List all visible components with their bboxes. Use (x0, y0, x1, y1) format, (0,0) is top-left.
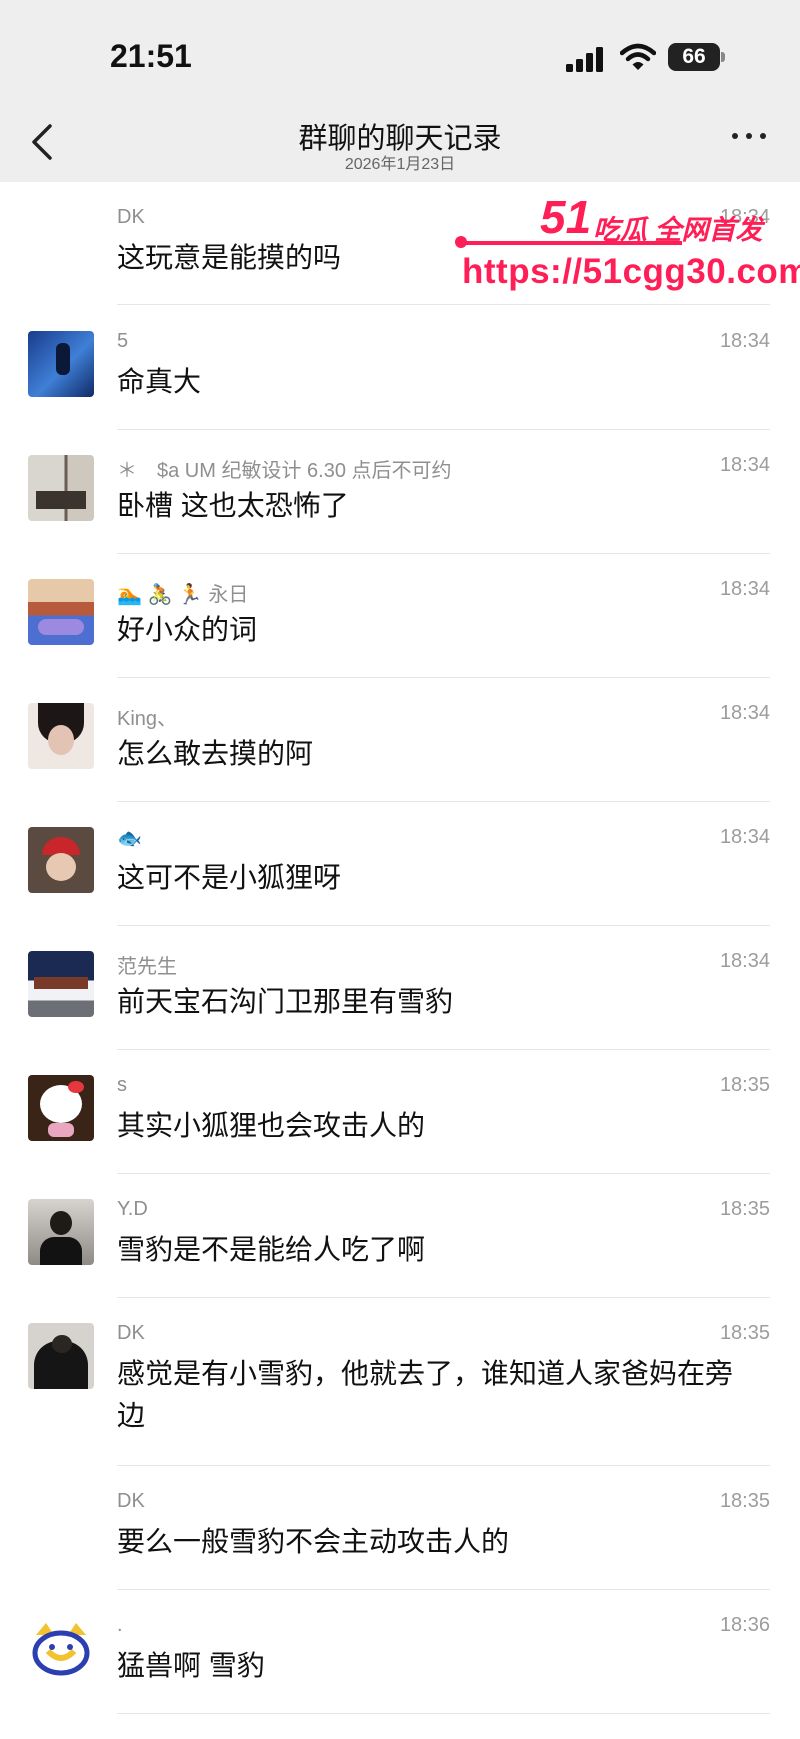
cellular-signal-icon (566, 46, 606, 72)
sender-name: Y.D (117, 1198, 148, 1220)
message-time: 18:34 (719, 702, 770, 724)
message-time: 18:36 (719, 1614, 770, 1636)
message-text: 好小众的词 (117, 614, 258, 645)
avatar-kitty-bow (68, 1081, 84, 1093)
avatar[interactable] (28, 703, 94, 769)
message-time: 18:35 (719, 1322, 770, 1344)
message-time: 18:35 (719, 1198, 770, 1220)
avatar[interactable] (28, 1075, 94, 1141)
message-time: 18:34 (719, 330, 770, 352)
avatar[interactable] (28, 1323, 94, 1389)
battery-nub (721, 52, 725, 62)
sender-name: 🏊 🚴 🏃 永日 (117, 584, 249, 606)
avatar[interactable] (28, 455, 94, 521)
sender-name: 范先生 (117, 956, 177, 978)
avatar-face (46, 853, 76, 881)
message-time: 18:34 (719, 454, 770, 476)
watermark-brand-text: 吃瓜 全网首发 (593, 215, 763, 245)
avatar[interactable] (28, 951, 94, 1017)
avatar-cat-icon (32, 1623, 90, 1676)
message-item[interactable]: DK 18:35 感觉是有小雪豹，他就去了，谁知道人家爸妈在旁边 (0, 1298, 800, 1466)
avatar[interactable] (28, 1199, 94, 1265)
message-text: 其实小狐狸也会攻击人的 (117, 1110, 426, 1141)
sender-name: . (117, 1614, 123, 1636)
avatar-furniture (36, 491, 86, 509)
sender-name: 5 (117, 330, 129, 352)
message-item[interactable]: 5 18:34 命真大 (0, 306, 800, 430)
message-item[interactable]: DK 18:35 要么一般雪豹不会主动攻击人的 (0, 1466, 800, 1590)
sender-name: ＊ $a UM 纪敏设计 6.30 点后不可约 (117, 460, 452, 482)
avatar-head (50, 1211, 72, 1235)
message-text: 怎么敢去摸的阿 (117, 738, 314, 769)
message-item[interactable]: Y.D 18:35 雪豹是不是能给人吃了啊 (0, 1174, 800, 1298)
message-time: 18:34 (719, 950, 770, 972)
message-time: 18:35 (719, 1074, 770, 1096)
avatar-face (48, 725, 74, 755)
sender-name: DK (117, 1490, 145, 1512)
watermark-brand-number: 51 (540, 191, 592, 243)
message-text: 前天宝石沟门卫那里有雪豹 (117, 986, 454, 1017)
message-item[interactable]: s 18:35 其实小狐狸也会攻击人的 (0, 1050, 800, 1174)
message-time: 18:34 (719, 826, 770, 848)
sender-name: 🐟 (117, 828, 142, 850)
message-item[interactable]: . 18:36 猛兽啊 雪豹 (0, 1590, 800, 1714)
message-text: 猛兽啊 雪豹 (117, 1650, 265, 1681)
message-item[interactable]: 范先生 18:34 前天宝石沟门卫那里有雪豹 (0, 926, 800, 1050)
message-text: 命真大 (117, 366, 202, 397)
avatar[interactable] (28, 827, 94, 893)
avatar-figure (56, 343, 70, 375)
divider (117, 1713, 770, 1714)
message-time: 18:35 (719, 1490, 770, 1512)
avatar-building (34, 977, 88, 989)
divider (117, 304, 770, 305)
wifi-icon (620, 43, 656, 70)
sender-name: DK (117, 206, 145, 228)
avatar-detail (38, 619, 84, 635)
sender-name: DK (117, 1322, 145, 1344)
message-text: 这可不是小狐狸呀 (117, 862, 342, 893)
avatar-kitty-body (48, 1123, 74, 1137)
header: 21:51 66 群聊的聊天记录 2026年1月23日 (0, 0, 800, 182)
message-item[interactable]: 🏊 🚴 🏃 永日 18:34 好小众的词 (0, 554, 800, 678)
sender-name: King、 (117, 708, 178, 730)
message-text: 雪豹是不是能给人吃了啊 (117, 1234, 426, 1265)
page-subtitle-date: 2026年1月23日 (344, 156, 456, 173)
avatar[interactable] (28, 579, 94, 645)
status-time: 21:51 (110, 38, 192, 74)
message-item[interactable]: 🐟 18:34 这可不是小狐狸呀 (0, 802, 800, 926)
message-item[interactable]: King、 18:34 怎么敢去摸的阿 (0, 678, 800, 802)
avatar[interactable] (28, 331, 94, 397)
sender-name: s (117, 1074, 127, 1096)
battery-icon: 66 (668, 43, 720, 71)
avatar[interactable] (28, 1615, 94, 1681)
watermark-url: https://51cgg30.com (462, 252, 800, 291)
avatar-body (40, 1237, 82, 1265)
message-text: 感觉是有小雪豹，他就去了，谁知道人家爸妈在旁边 (117, 1358, 734, 1431)
message-time: 18:34 (719, 578, 770, 600)
message-item[interactable]: ＊ $a UM 纪敏设计 6.30 点后不可约 18:34 卧槽 这也太恐怖了 (0, 430, 800, 554)
avatar-head (52, 1335, 72, 1353)
message-text: 要么一般雪豹不会主动攻击人的 (117, 1526, 510, 1557)
more-options-button[interactable] (730, 130, 768, 142)
message-text: 卧槽 这也太恐怖了 (117, 490, 349, 521)
